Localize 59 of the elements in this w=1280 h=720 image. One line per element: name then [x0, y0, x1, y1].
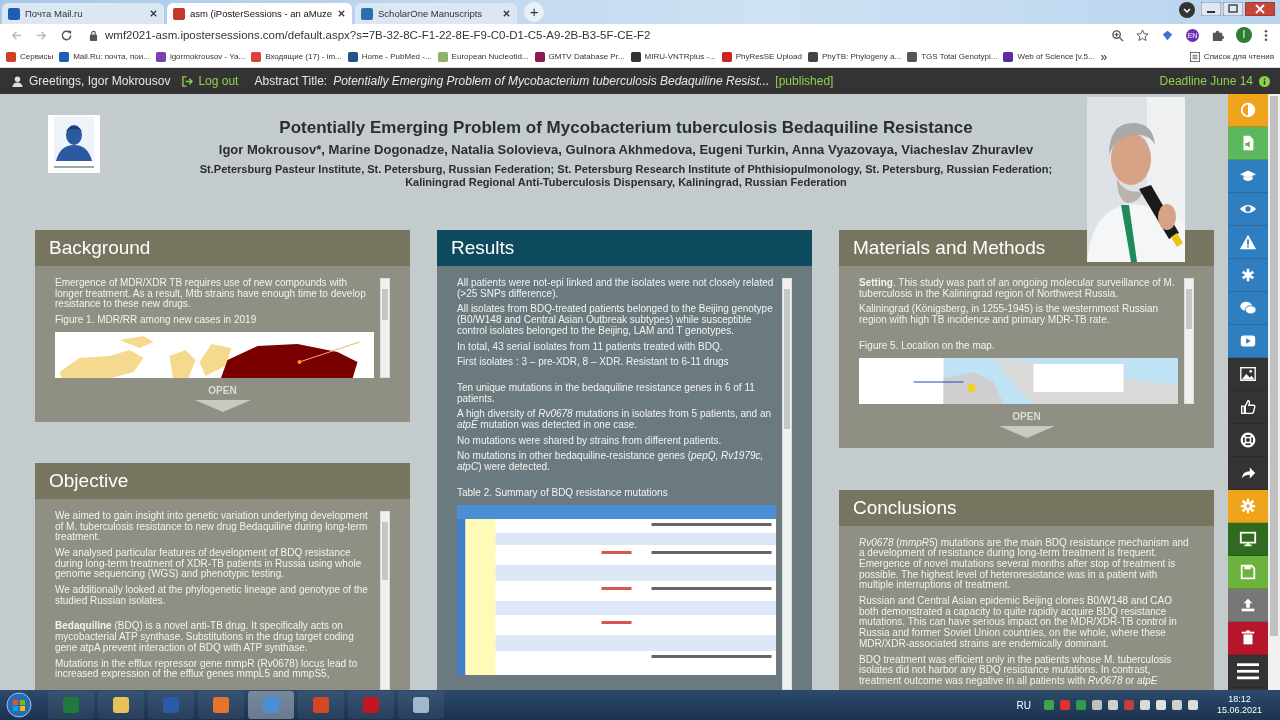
greeting-text: Greetings, Igor Mokrousov — [29, 74, 171, 88]
browser-tab[interactable]: ScholarOne Manuscripts — [355, 3, 518, 24]
paragraph: Emergence of MDR/XDR TB requires use of new compounds with longer treatment. As a result, Mtb strains have enough time to develop resistance to these new drugs. — [55, 278, 367, 311]
new-tab-button[interactable]: + — [524, 2, 545, 22]
paragraph: Kaliningrad (Königsberg, in 1255-1945) is the westernmost Russian region with high TB incidence and primary MDR-TB rate. — [859, 304, 1160, 326]
paragraph: We analysed particular features of development of BDQ resistance during long-term treatment of XDR-TB patients in Russia using whole genome sequencing (WGS) and phenotypic testing. — [55, 547, 363, 581]
bookmark[interactable]: Входящие (17) - im... — [251, 51, 342, 62]
abstract-label: Abstract Title: — [254, 74, 328, 88]
bookmark[interactable]: TGS Total Genotypi... — [907, 51, 998, 62]
paragraph: Setting. This study was part of an ongoing molecular surveillance of M. tuberculosis in the Kaliningrad region of Northwest Russia. — [859, 278, 1176, 300]
language-indicator[interactable]: RU — [1016, 699, 1031, 711]
bookmark[interactable]: Mail.Ru: почта, пои... — [59, 51, 150, 62]
profile-button[interactable]: I — [1236, 27, 1252, 43]
paragraph: All isolates from BDQ-treated patients belonged to the Beijing genotype (B0/W148 and Central Asian Outbreak subtypes) while susceptible control isolates belonged to the Beijing, LAM and T genotypes. — [457, 304, 774, 337]
section-title: Background — [49, 237, 151, 259]
paragraph: BDQ treatment was efficient only in the patients whose M. tuberculosis isolates did not harbor any BDQ resistance mutations. In contrast, treatment outcome was negative in all patients with Rv0678 or atpE — [859, 654, 1173, 687]
section-title: Results — [451, 237, 515, 259]
logout-link[interactable]: Log out — [182, 74, 239, 88]
paragraph: Mutations in the efflux repressor gene mmpR (Rv0678) locus lead to increased expression of the efflux genes mmpL5 and mmpS5, — [55, 658, 359, 680]
clock-date[interactable]: 15.06.2021 — [1216, 705, 1262, 716]
deadline-text: Deadline June 14 — [1159, 74, 1253, 88]
bookmark[interactable]: Сервисы — [6, 51, 54, 62]
abstract-title: Potentially Emerging Problem of Mycobacterium tuberculosis Bedaquiline Resist... — [333, 74, 770, 88]
paragraph: Ten unique mutations in the bedaquiline resistance genes in 6 of 11 patients. — [457, 382, 756, 405]
paragraph: We additionally looked at the phylogenetic lineage and genotype of the studied Russian isolates. — [55, 585, 369, 607]
figure-caption: Figure 5. Location on the map. — [859, 340, 996, 352]
more-bookmarks-button[interactable]: » — [1100, 49, 1108, 64]
address-field[interactable]: wmf2021-asm.ipostersessions.com/default.aspx?s=7B-32-8C-F1-22-8E-F9-C0-D1-C5-A9-2B-B3-5F-CE-F2 — [85, 25, 1099, 45]
bookmark[interactable]: PhyTB: Phylogeny a... — [807, 51, 902, 62]
section-title: Materials and Methods — [853, 237, 1046, 259]
paragraph: Bedaquiline (BDQ) is a novel anti-TB drug. It specifically acts on mycobacterial ATP synthase. Substitutions in the drug target coding gene atpA prevent interaction of BDQ with ATP synthase. — [55, 621, 355, 654]
reading-list-button[interactable]: Список для чтения — [1189, 51, 1274, 62]
affiliation-text: St.Petersburg Pasteur Institute, St. Petersburg, Russian Federation; St. Petersburg Research Institute of Phthisiopulmonology, St. Petersburg, Russian Federation; Kaliningrad Regional Anti-Tuberculosis Dispensary, Kaliningrad, Russian Federation — [198, 163, 1054, 189]
poster-title: Potentially Emerging Problem of Mycobacterium tuberculosis Bedaquiline Resistance — [278, 118, 974, 138]
paragraph: Rv0678 (mmpR5) mutations are the main BDQ resistance mechanism and a development of resistance during long-term treatment is frequent. Emergence of novel mutations several months after stop of treatment is possible. The highest level of heteroresistance was in a patient with multiple interruptions of treatment. — [859, 537, 1190, 592]
bookmark[interactable]: PhyResSE Upload — [721, 51, 802, 62]
paragraph: No mutations in other bedaquiline-resistance genes (pepQ, Rv1979c, atpC) were detected. — [457, 451, 765, 473]
browser-tab[interactable]: asm (iPosterSessions - an aMuze — [167, 3, 353, 24]
paragraph: We aimed to gain insight into genetic variation underlying development of M. tuberculosis resistance to new drug Bedaquiline during long-term treatment. — [55, 510, 369, 543]
browser-tab[interactable]: Почта Mail.ru — [2, 3, 164, 24]
status-text: [published] — [775, 74, 834, 88]
bookmark[interactable]: Web of Science [v.5... — [1003, 51, 1095, 62]
clock-time[interactable]: 18:12 — [1228, 694, 1251, 705]
paragraph: All patients were not-epi linked and the isolates were not closely related (>25 SNPs difference). — [457, 278, 775, 300]
bookmark[interactable]: European Nucleotid... — [437, 51, 529, 62]
figure-caption: Table 2. Summary of BDQ resistance mutations — [457, 487, 669, 499]
paragraph: In total, 43 serial isolates from 11 patients treated with BDQ. — [457, 341, 724, 353]
paragraph: A high diversity of Rv0678 mutations in isolates from 5 patients, and an atpE mutation was detected in one case. — [457, 409, 773, 431]
paragraph: No mutations were shared by strains from different patients. — [457, 435, 723, 447]
bookmark[interactable]: MIRU-VNTRplus -... — [630, 51, 716, 62]
section-title: Objective — [49, 469, 129, 492]
bookmark[interactable]: GMTV Database Pr... — [534, 51, 625, 62]
bookmark[interactable]: Home - PubMed -... — [347, 51, 432, 62]
paragraph: Russian and Central Asian epidemic Beijing clones B0/W148 and CAO both demonstrated a capacity to quite rapidly acquire BDQ resistance mutations. This can have serious impact on the MDR/XDR-TB control in Russia and former Soviet Union countries, on the whole, where these MDR/XDR-associated strains are endemically dominant. — [859, 596, 1178, 650]
bookmark[interactable]: igormokrousov - Ya... — [155, 51, 246, 62]
paragraph: First isolates : 3 – pre-XDR, 8 – XDR. Resistant to 6-11 drugs — [457, 357, 730, 368]
author-list: Igor Mokrousov*, Marine Dogonadze, Natalia Solovieva, Gulnora Akhmedova, Eugeni Turkin, Anna Vyazovaya, Viacheslav Zhuravlev — [170, 142, 1082, 158]
figure-caption: Figure 1. MDR/RR among new cases in 2019 — [55, 315, 258, 326]
section-title: Conclusions — [853, 496, 957, 519]
